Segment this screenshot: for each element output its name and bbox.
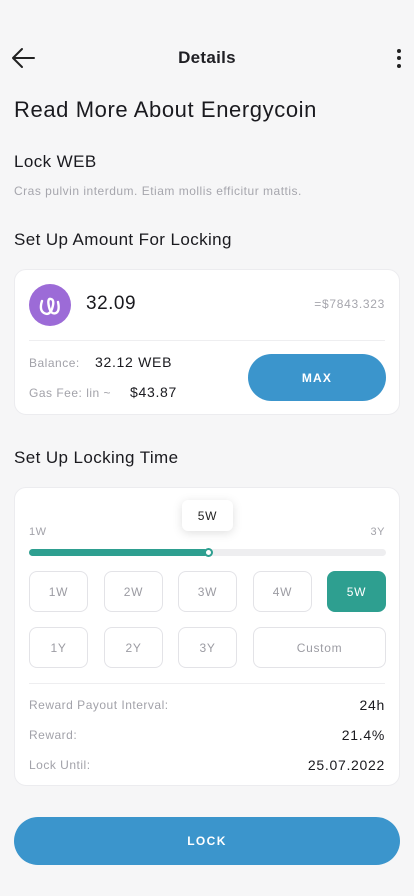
- gas-fee-value: $43.87: [130, 384, 178, 400]
- option-1w[interactable]: 1W: [29, 571, 88, 612]
- more-vertical-icon: [397, 48, 401, 53]
- gas-fee-label: Gas Fee: lin ~: [29, 386, 112, 400]
- lock-button[interactable]: LOCK: [14, 817, 400, 865]
- lock-until-value: 25.07.2022: [307, 757, 385, 773]
- amount-section-title: Set Up Amount For Locking: [14, 230, 232, 249]
- reward-value: 21.4%: [341, 727, 385, 743]
- option-5w[interactable]: 5W: [327, 571, 386, 612]
- option-2y[interactable]: 2Y: [104, 627, 163, 668]
- lock-until-label: Lock Until:: [29, 758, 91, 772]
- lock-description: Cras pulvin interdum. Etiam mollis effic…: [14, 184, 302, 198]
- time-section-title: Set Up Locking Time: [14, 448, 179, 467]
- amount-input[interactable]: 32.09: [86, 293, 136, 315]
- balance-label: Balance:: [29, 356, 80, 370]
- option-3w[interactable]: 3W: [178, 571, 237, 612]
- divider: [29, 340, 385, 341]
- option-4w[interactable]: 4W: [253, 571, 312, 612]
- more-options-button[interactable]: [392, 46, 406, 72]
- reward-interval-label: Reward Payout Interval:: [29, 698, 169, 712]
- balance-value: 32.12 WEB: [95, 354, 173, 370]
- slider-fill: [29, 549, 208, 556]
- reward-interval-value: 24h: [359, 697, 385, 713]
- option-3y[interactable]: 3Y: [178, 627, 237, 668]
- max-button[interactable]: MAX: [248, 354, 386, 401]
- page-title: Read More About Energycoin: [14, 97, 317, 122]
- slider-thumb[interactable]: [203, 548, 213, 557]
- top-bar: Details: [0, 40, 414, 76]
- option-2w[interactable]: 2W: [104, 571, 163, 612]
- slider-tooltip: 5W: [182, 500, 233, 531]
- reward-label: Reward:: [29, 728, 78, 742]
- divider: [29, 683, 385, 684]
- slider-min-label: 1W: [29, 526, 47, 538]
- slider-max-label: 3Y: [370, 526, 385, 538]
- energycoin-icon: [29, 284, 71, 326]
- amount-card: 32.09 =$7843.323 Balance: 32.12 WEB Gas …: [14, 269, 400, 415]
- header-title: Details: [178, 48, 236, 67]
- option-1y[interactable]: 1Y: [29, 627, 88, 668]
- lock-title: Lock WEB: [14, 152, 97, 171]
- option-custom[interactable]: Custom: [253, 627, 386, 668]
- usd-value: =$7843.323: [314, 297, 385, 311]
- locking-time-slider[interactable]: [29, 548, 386, 557]
- locking-time-card: 5W 1W 3Y 1W 2W 3W 4W 5W 1Y 2Y 3Y Custom …: [14, 487, 400, 786]
